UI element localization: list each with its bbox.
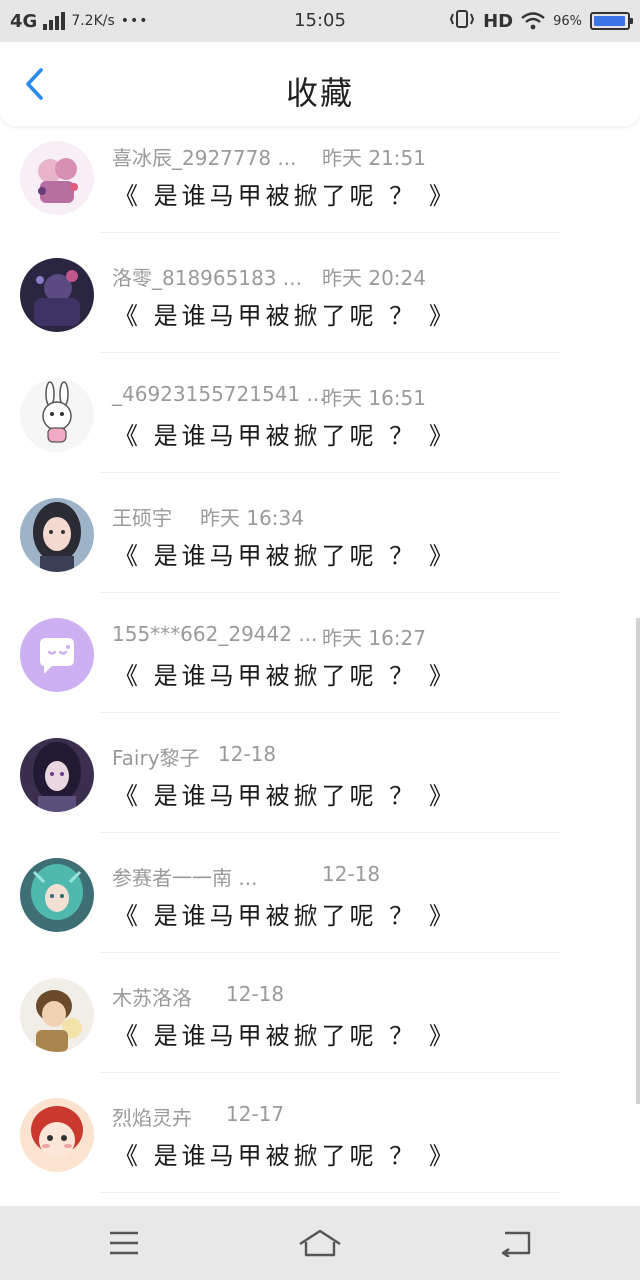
avatar[interactable] bbox=[20, 738, 94, 812]
divider bbox=[100, 1192, 560, 1193]
item-content: 《 是谁马甲被掀了呢 ？ 》 bbox=[114, 782, 457, 810]
avatar[interactable] bbox=[20, 258, 94, 332]
item-meta: Fairy黎子 12-18 bbox=[112, 742, 276, 771]
user-name: 155***662_29442 ... bbox=[112, 622, 318, 646]
divider bbox=[100, 232, 560, 233]
divider bbox=[100, 472, 560, 473]
system-nav-bar bbox=[0, 1206, 640, 1280]
timestamp: 昨天 16:27 bbox=[322, 626, 426, 650]
item-content: 《 是谁马甲被掀了呢 ？ 》 bbox=[114, 422, 457, 450]
item-meta: _46923155721541 ... 昨天 16:51 bbox=[112, 382, 426, 410]
home-button[interactable] bbox=[298, 1223, 342, 1263]
avatar[interactable] bbox=[20, 378, 94, 452]
user-name: 参赛者一一南 ... bbox=[112, 866, 258, 890]
timestamp: 昨天 20:24 bbox=[322, 266, 426, 290]
avatar[interactable] bbox=[20, 141, 94, 215]
vibrate-icon bbox=[449, 9, 475, 33]
list-item[interactable]: _46923155721541 ... 昨天 16:51 《 是谁马甲被掀了呢 … bbox=[0, 366, 640, 485]
item-content: 《 是谁马甲被掀了呢 ？ 》 bbox=[114, 1022, 457, 1050]
list-item[interactable]: Fairy黎子 12-18 《 是谁马甲被掀了呢 ？ 》 bbox=[0, 726, 640, 845]
item-meta: 烈焰灵卉 12-17 bbox=[112, 1102, 284, 1131]
status-left: 4G 7.2K/s ••• bbox=[10, 0, 149, 42]
divider bbox=[100, 1072, 560, 1073]
more-notifications: ••• bbox=[120, 13, 149, 29]
list-item[interactable]: 参赛者一一南 ... 12-18 《 是谁马甲被掀了呢 ？ 》 bbox=[0, 846, 640, 965]
avatar[interactable] bbox=[20, 1098, 94, 1172]
user-name: 喜冰辰_2927778 ... bbox=[112, 146, 297, 170]
avatar[interactable] bbox=[20, 858, 94, 932]
item-content: 《 是谁马甲被掀了呢 ？ 》 bbox=[114, 902, 457, 930]
menu-button[interactable] bbox=[104, 1223, 144, 1263]
list-item[interactable]: 烈焰灵卉 12-17 《 是谁马甲被掀了呢 ？ 》 bbox=[0, 1086, 640, 1205]
item-meta: 王硕宇 昨天 16:34 bbox=[112, 502, 304, 531]
item-content: 《 是谁马甲被掀了呢 ？ 》 bbox=[114, 1142, 457, 1170]
top-app-bar: 收藏 bbox=[0, 44, 640, 126]
battery-percent: 96% bbox=[553, 13, 582, 29]
user-name: Fairy黎子 bbox=[112, 746, 200, 770]
item-content: 《 是谁马甲被掀了呢 ？ 》 bbox=[114, 662, 457, 690]
avatar[interactable] bbox=[20, 498, 94, 572]
timestamp: 昨天 16:51 bbox=[322, 386, 426, 410]
timestamp: 昨天 16:34 bbox=[200, 506, 304, 530]
back-nav-button[interactable] bbox=[496, 1223, 536, 1263]
menu-icon bbox=[110, 1231, 138, 1255]
divider bbox=[100, 352, 560, 353]
avatar[interactable] bbox=[20, 618, 94, 692]
status-bar: 4G 7.2K/s ••• 15:05 HD 96% bbox=[0, 0, 640, 42]
list-item[interactable]: 王硕宇 昨天 16:34 《 是谁马甲被掀了呢 ？ 》 bbox=[0, 486, 640, 605]
timestamp: 12-18 bbox=[218, 742, 277, 766]
timestamp: 12-17 bbox=[226, 1102, 285, 1126]
favorites-list[interactable]: 喜冰辰_2927778 ... 昨天 21:51 《 是谁马甲被掀了呢 ？ 》 … bbox=[0, 126, 640, 1206]
user-name: 王硕宇 bbox=[112, 506, 172, 530]
timestamp: 昨天 21:51 bbox=[322, 146, 426, 170]
list-item[interactable]: 155***662_29442 ... 昨天 16:27 《 是谁马甲被掀了呢 … bbox=[0, 606, 640, 725]
list-item[interactable]: 洛零_818965183 ... 昨天 20:24 《 是谁马甲被掀了呢 ？ 》 bbox=[0, 246, 640, 365]
page-title: 收藏 bbox=[285, 74, 354, 112]
timestamp: 12-18 bbox=[322, 862, 381, 886]
signal-icon bbox=[43, 12, 66, 30]
divider bbox=[100, 832, 560, 833]
item-meta: 喜冰辰_2927778 ... 昨天 21:51 bbox=[112, 142, 426, 171]
wifi-icon bbox=[521, 12, 545, 30]
user-name: 洛零_818965183 ... bbox=[112, 266, 302, 290]
user-name: 木苏洛洛 bbox=[112, 986, 192, 1010]
item-meta: 木苏洛洛 12-18 bbox=[112, 982, 284, 1011]
status-right: HD 96% bbox=[449, 0, 633, 42]
divider bbox=[100, 592, 560, 593]
item-meta: 参赛者一一南 ... 12-18 bbox=[112, 862, 380, 891]
divider bbox=[100, 712, 560, 713]
battery-icon bbox=[590, 12, 633, 30]
hd-indicator: HD bbox=[483, 10, 514, 32]
item-content: 《 是谁马甲被掀了呢 ？ 》 bbox=[114, 182, 457, 210]
list-item[interactable]: 喜冰辰_2927778 ... 昨天 21:51 《 是谁马甲被掀了呢 ？ 》 bbox=[0, 126, 640, 245]
item-meta: 洛零_818965183 ... 昨天 20:24 bbox=[112, 262, 426, 291]
item-meta: 155***662_29442 ... 昨天 16:27 bbox=[112, 622, 426, 650]
timestamp: 12-18 bbox=[226, 982, 285, 1006]
scrollbar[interactable] bbox=[636, 618, 640, 1104]
item-content: 《 是谁马甲被掀了呢 ？ 》 bbox=[114, 542, 457, 570]
item-content: 《 是谁马甲被掀了呢 ？ 》 bbox=[114, 302, 457, 330]
user-name: _46923155721541 ... bbox=[112, 382, 326, 406]
divider bbox=[100, 952, 560, 953]
user-name: 烈焰灵卉 bbox=[112, 1106, 192, 1130]
back-icon bbox=[501, 1231, 531, 1257]
list-item[interactable]: 木苏洛洛 12-18 《 是谁马甲被掀了呢 ？ 》 bbox=[0, 966, 640, 1085]
avatar[interactable] bbox=[20, 978, 94, 1052]
home-icon bbox=[299, 1229, 341, 1257]
network-type: 4G bbox=[10, 10, 38, 32]
network-speed: 7.2K/s bbox=[71, 13, 115, 29]
